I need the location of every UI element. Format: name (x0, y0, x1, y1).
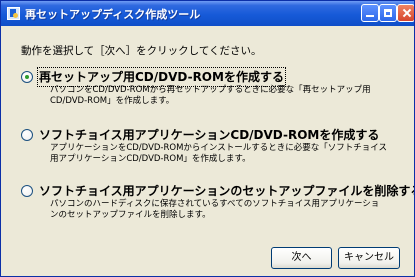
option-create-application-media-description-line: アプリケーションをCD/DVD-ROMからインストールするときに必要な「ソフトチ… (50, 143, 388, 153)
option-create-application-media-description-line: 用アプリケーションCD/DVD-ROM」を作成します。 (50, 154, 251, 164)
window-title: 再セットアップディスク作成ツール (25, 8, 201, 21)
window-titlebar[interactable]: 再セットアップディスク作成ツール (1, 1, 414, 26)
radio-create-application-media[interactable] (21, 129, 33, 141)
option-create-application-media-label[interactable]: ソフトチョイス用アプリケーションCD/DVD-ROMを作成する (39, 127, 379, 143)
setup-disk-creation-window: 再セットアップディスク作成ツール 動作を選択して［次へ］をクリックしてください。… (0, 0, 415, 277)
option-delete-setup-files-description: パソコンのハードディスクに保存されているすべてのソフトチョイス用アプリケーショ … (50, 199, 400, 221)
close-button[interactable] (397, 4, 414, 22)
option-delete-setup-files-label[interactable]: ソフトチョイス用アプリケーションのセットアップファイルを削除する (39, 183, 414, 199)
option-create-recovery-media-description: パソコンをCD/DVD-ROMから再セットアップするときに必要な「再セットアップ… (50, 85, 400, 107)
option-create-recovery-media-description-line: CD/DVD-ROM」を作成します。 (50, 96, 175, 106)
option-create-recovery-media-label[interactable]: 再セットアップ用CD/DVD-ROMを作成する (37, 67, 286, 87)
option-delete-setup-files-description-line: パソコンのハードディスクに保存されているすべてのソフトチョイス用アプリケーショ (50, 199, 380, 209)
radio-delete-setup-files[interactable] (21, 185, 33, 197)
option-delete-setup-files-description-line: ンのセットアップファイルを削除します。 (50, 210, 211, 220)
radio-create-recovery-media[interactable] (21, 71, 33, 83)
cancel-button[interactable]: キャンセル (338, 247, 400, 269)
option-create-recovery-media-description-line: パソコンをCD/DVD-ROMから再セットアップするときに必要な「再セットアップ… (50, 85, 371, 95)
app-icon (7, 7, 20, 20)
minimize-button[interactable] (361, 4, 379, 22)
option-create-application-media-description: アプリケーションをCD/DVD-ROMからインストールするときに必要な「ソフトチ… (50, 143, 400, 165)
instruction-text: 動作を選択して［次へ］をクリックしてください。 (21, 45, 262, 57)
next-button[interactable]: 次へ (271, 247, 332, 269)
maximize-button[interactable] (379, 4, 397, 22)
